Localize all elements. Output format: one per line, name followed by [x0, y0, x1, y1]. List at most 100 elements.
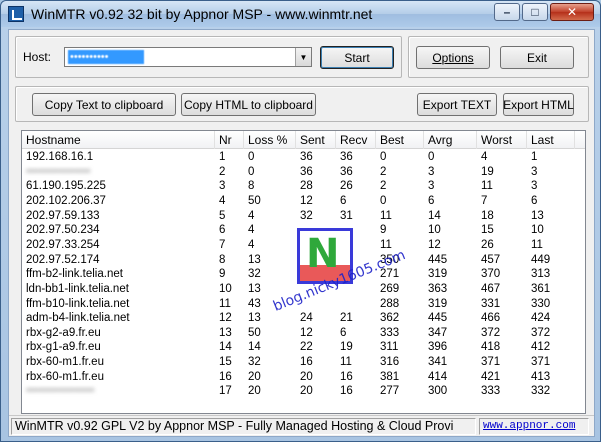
cell-worst: 11	[481, 180, 493, 193]
cell-hostname: 192.168.16.1	[26, 151, 94, 163]
cell-hostname: rbx-g1-a9.fr.eu	[26, 341, 101, 354]
cell-worst: 331	[481, 297, 501, 310]
column-header-best[interactable]: Best	[376, 131, 424, 149]
options-button[interactable]: Options	[416, 46, 490, 69]
cell-nr: 7	[219, 238, 226, 251]
cell-last: 13	[531, 209, 544, 222]
column-header-worst[interactable]: Worst	[477, 131, 527, 149]
cell-avrg: 319	[428, 297, 448, 310]
cell-sent: 12	[300, 326, 313, 339]
cell-hostname: rbx-60-m1.fr.eu	[26, 356, 104, 369]
column-header-avrg[interactable]: Avrg	[424, 131, 477, 149]
maximize-button[interactable]: □	[522, 3, 548, 21]
table-row[interactable]: rbx-60-m1.fr.eu 16 20 20 16 381 414 421 413	[22, 370, 585, 384]
host-combobox[interactable]: •••••••••• ▼	[64, 47, 312, 67]
cell-loss: 13	[248, 253, 261, 266]
table-row[interactable]: adm-b4-link.telia.net 12 13 24 21 362 445 466 42…	[22, 311, 585, 325]
table-row[interactable]: rbx-g2-a9.fr.eu 13 50 12 6 333 347 372 372	[22, 326, 585, 340]
cell-best: 381	[380, 370, 400, 383]
table-row[interactable]: 202.102.206.37 4 50 12 6 0 6 7 6	[22, 194, 585, 208]
cell-recv: 36	[340, 165, 353, 178]
options-group: Options Exit	[408, 36, 589, 78]
cell-last: 413	[531, 370, 551, 383]
cell-hostname: •••••••••••••••••	[22, 384, 215, 398]
close-button[interactable]: ✕	[550, 3, 594, 21]
cell-recv: 16	[340, 370, 353, 383]
cell-worst: 333	[481, 385, 501, 398]
cell-last: 332	[531, 385, 551, 398]
status-bar: WinMTR v0.92 GPL V2 by Appnor MSP - Full…	[9, 415, 594, 436]
cell-worst: 7	[481, 194, 488, 207]
cell-nr: 10	[219, 282, 232, 295]
cell-hostname: ••••••••••••••••	[22, 165, 215, 179]
cell-avrg: 445	[428, 312, 448, 325]
cell-loss: 8	[248, 180, 255, 193]
cell-loss: 20	[248, 385, 261, 398]
cell-nr: 9	[219, 268, 226, 281]
table-row[interactable]: ••••••••••••••••• 17 20 20 16 277 300 333 332	[22, 384, 585, 398]
copy-text-button[interactable]: Copy Text to clipboard	[32, 93, 176, 116]
table-row[interactable]: •••••••••••••••• 2 0 36 36 2 3 19 3	[22, 165, 585, 179]
winmtr-window: WinMTR v0.92 32 bit by Appnor MSP - www.…	[0, 0, 601, 442]
cell-hostname: 202.102.206.37	[26, 194, 106, 207]
cell-nr: 13	[219, 326, 232, 339]
column-header-last[interactable]: Last	[527, 131, 575, 149]
cell-last: 371	[531, 356, 551, 369]
cell-worst: 466	[481, 312, 501, 325]
cell-loss: 14	[248, 341, 261, 354]
cell-hostname: adm-b4-link.telia.net	[26, 312, 130, 325]
cell-nr: 16	[219, 370, 232, 383]
column-header-loss[interactable]: Loss %	[244, 131, 296, 149]
table-row[interactable]: 192.168.16.1 1 0 36 36 0 0 4 1	[22, 150, 585, 164]
cell-recv: 26	[340, 180, 353, 193]
cell-sent: 20	[300, 370, 313, 383]
table-row[interactable]: 202.97.59.133 5 4 32 31 11 14 18 13	[22, 209, 585, 223]
cell-avrg: 3	[428, 165, 435, 178]
table-row[interactable]: rbx-g1-a9.fr.eu 14 14 22 19 311 396 418 412	[22, 340, 585, 354]
winmtr-app-icon	[8, 6, 24, 22]
column-header-recv[interactable]: Recv	[336, 131, 376, 149]
cell-loss: 20	[248, 370, 261, 383]
cell-avrg: 445	[428, 253, 448, 266]
cell-nr: 1	[219, 151, 226, 163]
export-text-button[interactable]: Export TEXT	[417, 93, 497, 116]
cell-best: 2	[380, 165, 387, 178]
column-header-nr[interactable]: Nr	[215, 131, 244, 149]
minimize-button[interactable]: –	[494, 3, 520, 21]
table-row[interactable]: 61.190.195.225 3 8 28 26 2 3 11 3	[22, 179, 585, 193]
table-row[interactable]: rbx-60-m1.fr.eu 15 32 16 11 316 341 371 371	[22, 355, 585, 369]
column-header-hostname[interactable]: Hostname	[22, 131, 215, 149]
cell-loss: 50	[248, 326, 261, 339]
host-value: ••••••••••	[68, 50, 144, 64]
cell-worst: 26	[481, 238, 494, 251]
watermark-logo-letter: N	[306, 231, 340, 277]
export-html-button[interactable]: Export HTML	[503, 93, 574, 116]
cell-best: 11	[380, 209, 392, 222]
cell-hostname: 202.97.50.234	[26, 224, 100, 237]
cell-loss: 4	[248, 238, 255, 251]
cell-nr: 17	[219, 385, 232, 398]
cell-hostname: ffm-b2-link.telia.net	[26, 268, 123, 281]
cell-loss: 32	[248, 268, 261, 281]
cell-recv: 16	[340, 385, 353, 398]
copy-html-button[interactable]: Copy HTML to clipboard	[181, 93, 316, 116]
cell-avrg: 363	[428, 282, 448, 295]
start-button[interactable]: Start	[320, 46, 394, 69]
host-group: Host: •••••••••• ▼ Start	[15, 36, 402, 78]
cell-recv: 6	[340, 194, 347, 207]
title-bar[interactable]: WinMTR v0.92 32 bit by Appnor MSP - www.…	[1, 1, 600, 27]
status-link[interactable]: www.appnor.com	[479, 418, 589, 435]
cell-last: 10	[531, 224, 544, 237]
column-header-sent[interactable]: Sent	[296, 131, 336, 149]
cell-loss: 0	[248, 165, 255, 178]
cell-sent: 24	[300, 312, 313, 325]
cell-nr: 11	[219, 297, 231, 310]
export-group: Copy Text to clipboard Copy HTML to clip…	[15, 86, 589, 122]
exit-button[interactable]: Exit	[500, 46, 574, 69]
cell-recv: 6	[340, 326, 347, 339]
cell-hostname: 202.97.52.174	[26, 253, 100, 266]
cell-nr: 3	[219, 180, 226, 193]
cell-loss: 50	[248, 194, 261, 207]
cell-hostname: ldn-bb1-link.telia.net	[26, 282, 129, 295]
chevron-down-icon[interactable]: ▼	[295, 48, 311, 66]
